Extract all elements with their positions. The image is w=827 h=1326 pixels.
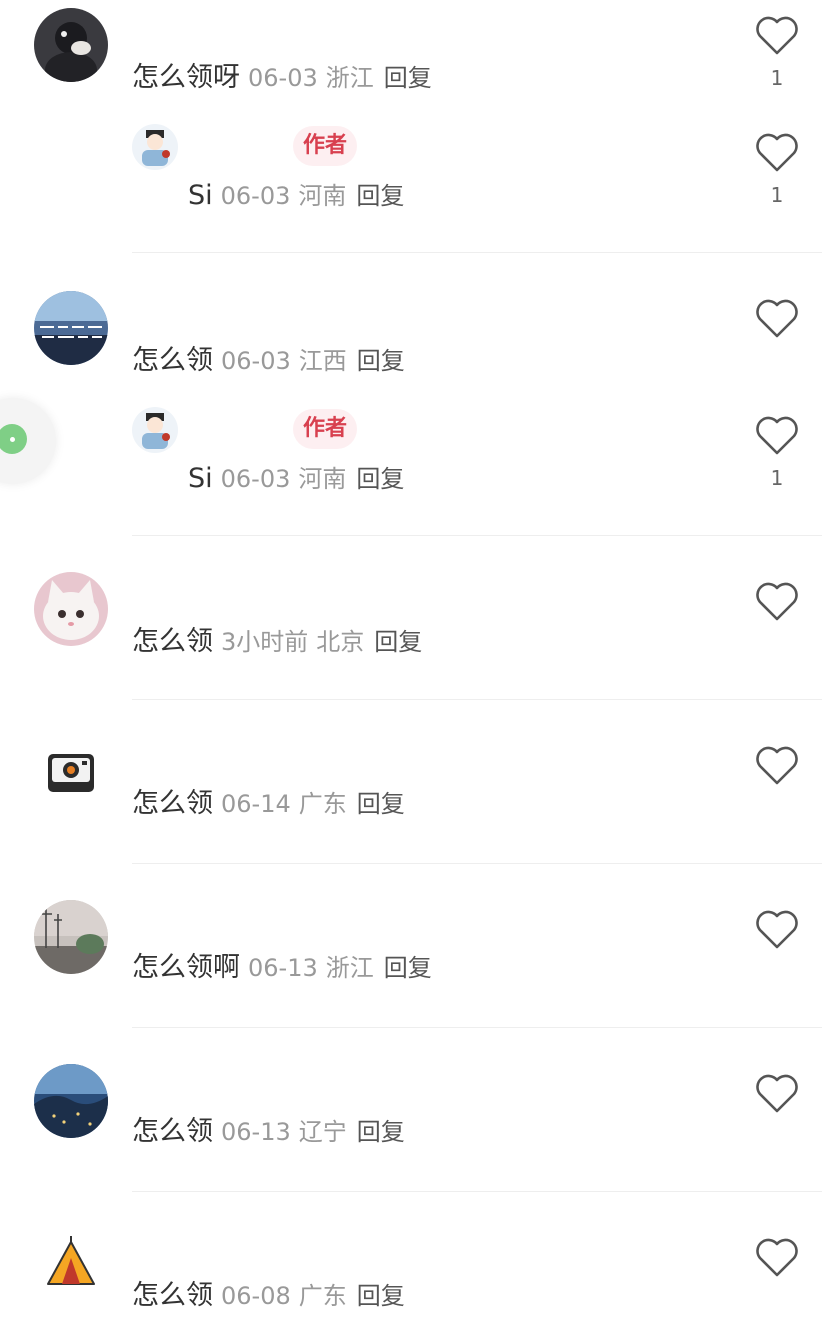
like-button[interactable] xyxy=(752,299,802,349)
comment-thread: 怎么领 06-14 广东 回复 xyxy=(34,700,822,864)
comment-date: 06-03 xyxy=(248,64,318,92)
green-dot-icon xyxy=(0,424,27,454)
heart-icon xyxy=(756,582,798,621)
comment-thread: 怎么领 3小时前 北京 回复 xyxy=(34,536,822,700)
like-button[interactable] xyxy=(752,582,802,632)
reply-button[interactable]: 回复 xyxy=(357,347,405,375)
comment-list: 怎么领呀 06-03 浙江 回复 1 作者 Si 06-03 河南 回复 1 怎… xyxy=(0,0,827,1326)
reply-text: Si xyxy=(188,180,213,211)
heart-icon xyxy=(756,1238,798,1277)
reply-button[interactable]: 回复 xyxy=(357,1282,405,1310)
reply-button[interactable]: 回复 xyxy=(356,465,404,493)
street-scene-avatar[interactable] xyxy=(34,900,108,974)
comment-location: 广东 xyxy=(298,1282,347,1310)
comment-thread: 怎么领啊 06-13 浙江 回复 xyxy=(34,864,822,1028)
comment-location: 北京 xyxy=(316,628,365,656)
author-badge: 作者 xyxy=(293,126,358,166)
comment-date: 06-13 xyxy=(221,1118,291,1146)
author-badge: 作者 xyxy=(293,409,358,449)
heart-icon xyxy=(756,746,798,785)
reply-date: 06-03 xyxy=(220,465,291,493)
like-count: 1 xyxy=(770,466,784,490)
like-button[interactable]: 1 xyxy=(752,416,802,490)
reply-text: Si xyxy=(188,463,213,494)
white-cat-avatar[interactable] xyxy=(34,572,108,646)
comment-thread: 怎么领呀 06-03 浙江 回复 1 作者 Si 06-03 河南 回复 1 xyxy=(34,0,822,253)
heart-icon xyxy=(756,416,798,455)
reply-line: Si 06-03 河南 回复 xyxy=(188,178,404,214)
heart-icon xyxy=(756,299,798,338)
comment-text: 怎么领 xyxy=(132,788,213,819)
dark-avatar[interactable] xyxy=(34,8,108,82)
comment-date: 06-03 xyxy=(221,347,291,375)
skyline-calligraphy-avatar[interactable] xyxy=(34,291,108,365)
night-view-avatar[interactable] xyxy=(34,1064,108,1138)
heart-icon xyxy=(756,133,798,172)
like-button[interactable] xyxy=(752,746,802,796)
like-count: 1 xyxy=(770,183,784,207)
reply-button[interactable]: 回复 xyxy=(384,64,432,92)
comment-line: 怎么领 3小时前 北京 回复 xyxy=(132,624,422,660)
comment-text: 怎么领 xyxy=(132,626,213,657)
comment-location: 浙江 xyxy=(325,64,374,92)
reply-location: 河南 xyxy=(298,465,347,493)
like-button[interactable]: 1 xyxy=(752,16,802,90)
reply-button[interactable]: 回复 xyxy=(374,628,422,656)
like-button[interactable] xyxy=(752,910,802,960)
like-button[interactable] xyxy=(752,1238,802,1288)
comment-location: 江西 xyxy=(298,347,347,375)
comment-line: 怎么领呀 06-03 浙江 回复 xyxy=(132,60,432,96)
reply-line: Si 06-03 河南 回复 xyxy=(188,461,404,497)
comment-line: 怎么领啊 06-13 浙江 回复 xyxy=(132,950,432,986)
like-button[interactable] xyxy=(752,1074,802,1124)
comment-date: 06-13 xyxy=(248,954,318,982)
comment-text: 怎么领啊 xyxy=(132,952,240,983)
comment-text: 怎么领 xyxy=(132,1280,213,1311)
cartoon-avatar[interactable] xyxy=(132,407,178,453)
cartoon-avatar[interactable] xyxy=(132,124,178,170)
comment-date: 3小时前 xyxy=(221,628,309,656)
comment-location: 辽宁 xyxy=(298,1118,347,1146)
like-count: 1 xyxy=(770,66,784,90)
comment-line: 怎么领 06-03 江西 回复 xyxy=(132,343,405,379)
comment-line: 怎么领 06-08 广东 回复 xyxy=(132,1278,405,1314)
comment-location: 广东 xyxy=(298,790,347,818)
reply-button[interactable]: 回复 xyxy=(357,1118,405,1146)
comment-thread: 怎么领 06-03 江西 回复 作者 Si 06-03 河南 回复 1 xyxy=(34,253,822,536)
reply-date: 06-03 xyxy=(220,182,291,210)
comment-date: 06-08 xyxy=(221,1282,291,1310)
reply-button[interactable]: 回复 xyxy=(356,182,404,210)
like-button[interactable]: 1 xyxy=(752,133,802,207)
comment-line: 怎么领 06-13 辽宁 回复 xyxy=(132,1114,405,1150)
comment-date: 06-14 xyxy=(221,790,291,818)
dot-icon xyxy=(10,437,15,442)
comment-text: 怎么领呀 xyxy=(132,62,240,93)
comment-thread: 怎么领 06-13 辽宁 回复 xyxy=(34,1028,822,1192)
camera-avatar[interactable] xyxy=(34,736,108,810)
heart-icon xyxy=(756,1074,798,1113)
heart-icon xyxy=(756,910,798,949)
comment-location: 浙江 xyxy=(325,954,374,982)
comment-thread: 怎么领 06-08 广东 回复 xyxy=(34,1192,822,1326)
reply-button[interactable]: 回复 xyxy=(357,790,405,818)
comment-line: 怎么领 06-14 广东 回复 xyxy=(132,786,405,822)
comment-text: 怎么领 xyxy=(132,345,213,376)
reply-location: 河南 xyxy=(298,182,347,210)
reply-button[interactable]: 回复 xyxy=(384,954,432,982)
tent-avatar[interactable] xyxy=(34,1228,108,1302)
heart-icon xyxy=(756,16,798,55)
comment-text: 怎么领 xyxy=(132,1116,213,1147)
